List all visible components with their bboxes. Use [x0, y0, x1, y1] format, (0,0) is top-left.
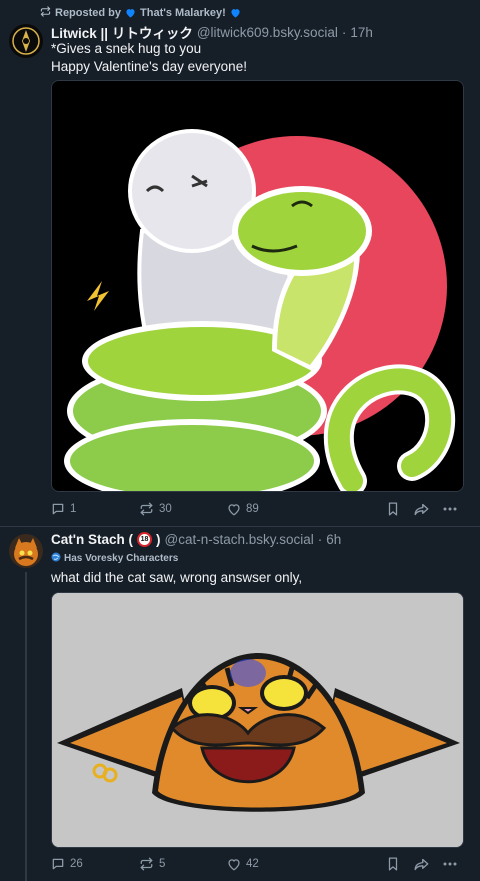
repost-small-icon	[40, 6, 51, 20]
account-label[interactable]: Has Voresky Characters	[51, 552, 178, 565]
post-actions: 26 5 42	[51, 854, 464, 874]
like-icon	[227, 858, 241, 871]
more-options-button[interactable]	[443, 499, 457, 519]
like-count: 89	[246, 503, 259, 515]
post-image[interactable]	[51, 80, 464, 492]
reply-icon	[51, 857, 65, 871]
feed-post-1[interactable]: Reposted by That's Malarkey! Litwick || …	[0, 0, 480, 527]
feed-post-2[interactable]: Cat'n Stach ( 18 ) @cat-n-stach.bsky.soc…	[0, 528, 480, 881]
reply-button[interactable]: 1	[51, 499, 76, 519]
reply-button[interactable]: 26	[51, 854, 83, 874]
bookmark-icon	[387, 502, 399, 516]
author-handle[interactable]: @cat-n-stach.bsky.social	[164, 532, 313, 547]
bookmark-button[interactable]	[387, 499, 399, 519]
blue-heart-icon	[230, 8, 241, 18]
like-icon	[227, 503, 241, 516]
more-icon	[443, 507, 457, 511]
share-icon	[414, 503, 429, 516]
avatar[interactable]	[9, 24, 43, 58]
blue-heart-icon	[125, 8, 136, 18]
post-text: what did the cat saw, wrong answser only…	[51, 570, 303, 585]
bookmark-button[interactable]	[387, 854, 399, 874]
post-time[interactable]: 6h	[326, 532, 341, 547]
repost-button[interactable]: 30	[139, 499, 172, 519]
more-icon	[443, 862, 457, 866]
post-header: Litwick || リトウィック @litwick609.bsky.socia…	[51, 22, 373, 42]
reply-count: 26	[70, 858, 83, 870]
author-handle[interactable]: @litwick609.bsky.social	[197, 25, 338, 40]
label-text: Has Voresky Characters	[64, 553, 179, 564]
thread-line	[25, 572, 27, 881]
like-button[interactable]: 89	[227, 499, 259, 519]
repost-count: 5	[159, 858, 166, 870]
author-display-name[interactable]: Cat'n Stach (	[51, 532, 133, 547]
repost-prefix: Reposted by	[55, 7, 122, 19]
post-header: Cat'n Stach ( 18 ) @cat-n-stach.bsky.soc…	[51, 532, 341, 547]
more-options-button[interactable]	[443, 854, 457, 874]
post-text-line: *Gives a snek hug to you	[51, 41, 202, 56]
repost-button[interactable]: 5	[139, 854, 165, 874]
bookmark-icon	[387, 857, 399, 871]
repost-icon	[139, 857, 154, 871]
like-count: 42	[246, 858, 259, 870]
share-button[interactable]	[414, 499, 429, 519]
repost-count: 30	[159, 503, 172, 515]
age-restricted-badge: 18	[136, 532, 152, 547]
post-text: *Gives a snek hug to you Happy Valentine…	[51, 40, 247, 76]
author-display-name-close: )	[155, 532, 161, 547]
time-separator: ·	[341, 24, 347, 40]
repost-icon	[139, 502, 154, 516]
post-actions: 1 30 89	[51, 499, 464, 519]
share-button[interactable]	[414, 854, 429, 874]
author-display-name[interactable]: Litwick || リトウィック	[51, 22, 193, 42]
time-separator: ·	[317, 532, 323, 547]
repost-by-name[interactable]: That's Malarkey!	[140, 7, 226, 19]
reply-count: 1	[70, 503, 77, 515]
post-time[interactable]: 17h	[350, 25, 373, 40]
label-globe-icon	[51, 552, 61, 565]
avatar[interactable]	[9, 534, 43, 568]
repost-indicator[interactable]: Reposted by That's Malarkey!	[40, 6, 241, 20]
share-icon	[414, 858, 429, 871]
reply-icon	[51, 502, 65, 516]
post-text-line: Happy Valentine's day everyone!	[51, 59, 247, 74]
post-image[interactable]	[51, 592, 464, 848]
like-button[interactable]: 42	[227, 854, 259, 874]
